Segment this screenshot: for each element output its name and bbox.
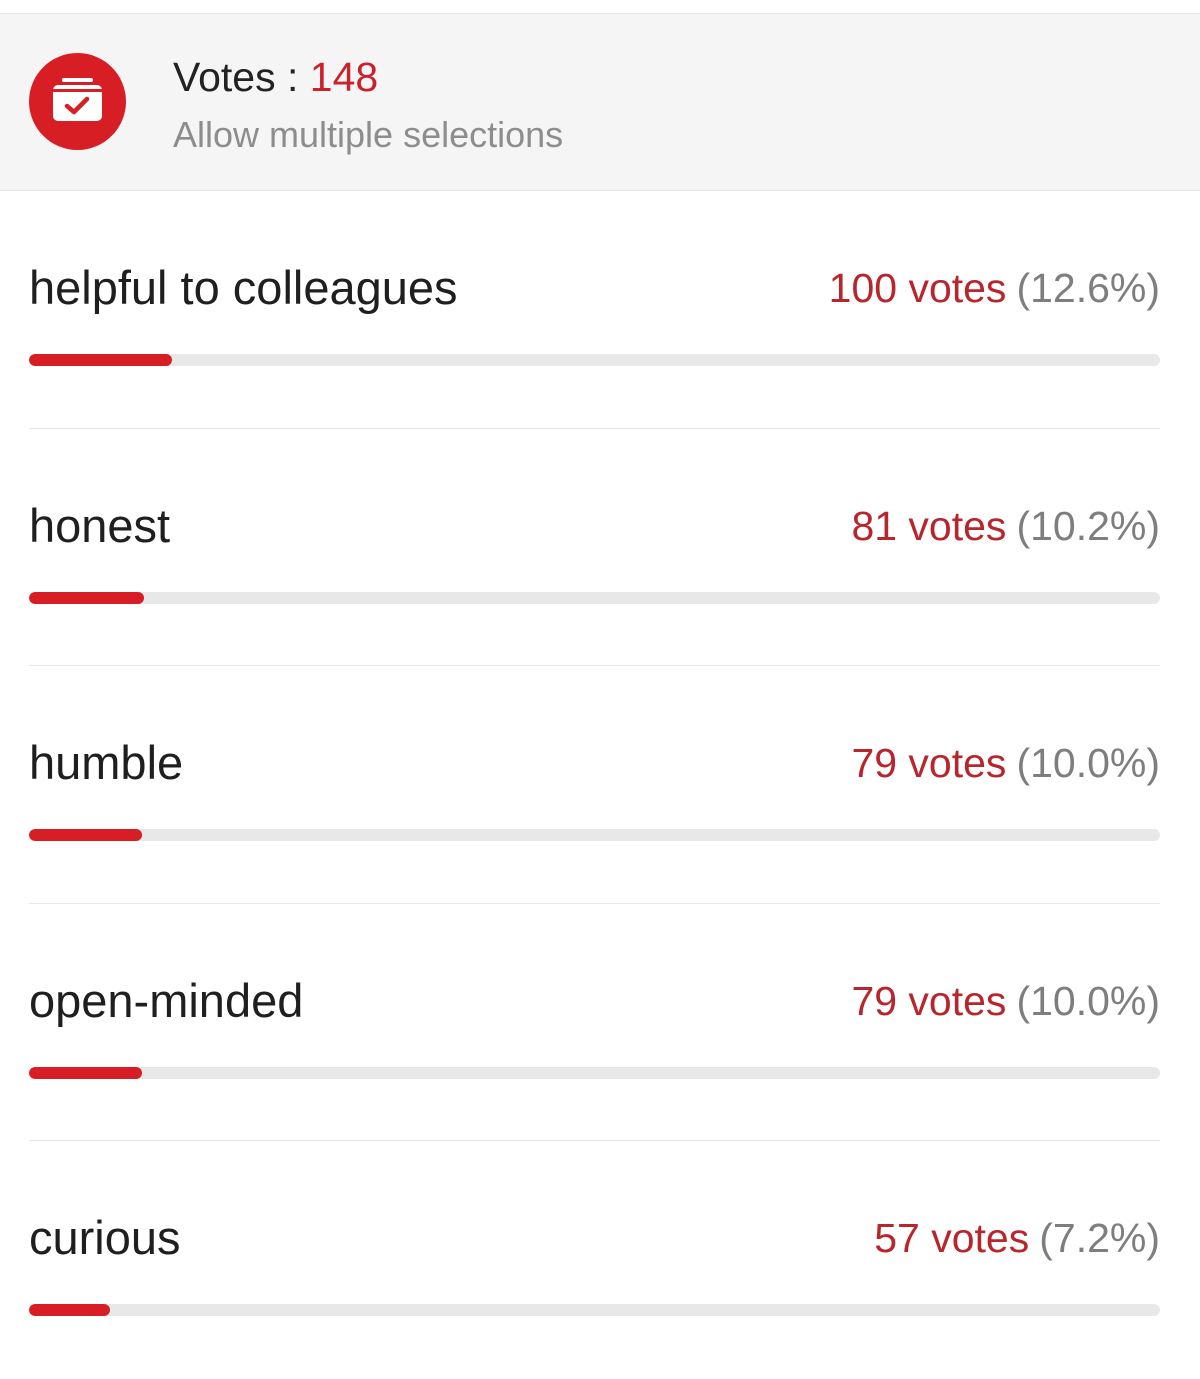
option-votes: 81 votes [851, 502, 1007, 549]
option-label: curious [29, 1211, 181, 1264]
poll-option[interactable]: curious 57 votes (7.2%) [29, 1141, 1160, 1379]
progress-fill [29, 1066, 143, 1079]
poll-option[interactable]: humble 79 votes (10.0%) [29, 666, 1160, 904]
progress-fill [29, 591, 145, 604]
option-stats: 100 votes (12.6%) [829, 263, 1160, 313]
progress-track [29, 829, 1160, 841]
option-percent: (12.6%) [1016, 265, 1160, 311]
progress-fill [29, 829, 143, 841]
option-label: helpful to colleagues [29, 261, 458, 314]
top-divider [0, 0, 1200, 14]
poll-options-list: helpful to colleagues 100 votes (12.6%) h… [0, 191, 1200, 1379]
option-label: humble [29, 736, 184, 789]
option-stats: 57 votes (7.2%) [874, 1213, 1160, 1263]
votes-count: 148 [309, 54, 379, 100]
poll-mode-subtitle: Allow multiple selections [173, 114, 564, 155]
progress-track [29, 591, 1160, 604]
option-percent: (10.0%) [1016, 740, 1160, 786]
poll-option[interactable]: honest 81 votes (10.2%) [29, 429, 1160, 666]
option-label: open-minded [29, 973, 304, 1027]
poll-option[interactable]: open-minded 79 votes (10.0%) [29, 904, 1160, 1141]
option-stats: 79 votes (10.0%) [851, 738, 1160, 788]
option-votes: 57 votes [874, 1215, 1030, 1261]
total-votes: Votes : 148 [173, 52, 378, 102]
option-stats: 79 votes (10.0%) [851, 976, 1160, 1026]
progress-fill [29, 354, 172, 366]
option-percent: (7.2%) [1039, 1215, 1160, 1261]
progress-fill [29, 1304, 111, 1316]
votes-label: Votes : [173, 54, 310, 100]
option-percent: (10.0%) [1016, 977, 1160, 1024]
poll-option[interactable]: helpful to colleagues 100 votes (12.6%) [29, 191, 1160, 429]
option-votes: 79 votes [851, 977, 1007, 1024]
progress-track [29, 1304, 1160, 1316]
option-percent: (10.2%) [1016, 502, 1160, 549]
poll-header: Votes : 148 Allow multiple selections [0, 14, 1200, 191]
option-stats: 81 votes (10.2%) [851, 501, 1160, 551]
ballot-box-check-icon [29, 53, 126, 150]
option-label: honest [29, 498, 171, 552]
option-votes: 79 votes [851, 740, 1007, 786]
progress-track [29, 354, 1160, 366]
option-votes: 100 votes [828, 265, 1007, 311]
progress-track [29, 1066, 1160, 1079]
